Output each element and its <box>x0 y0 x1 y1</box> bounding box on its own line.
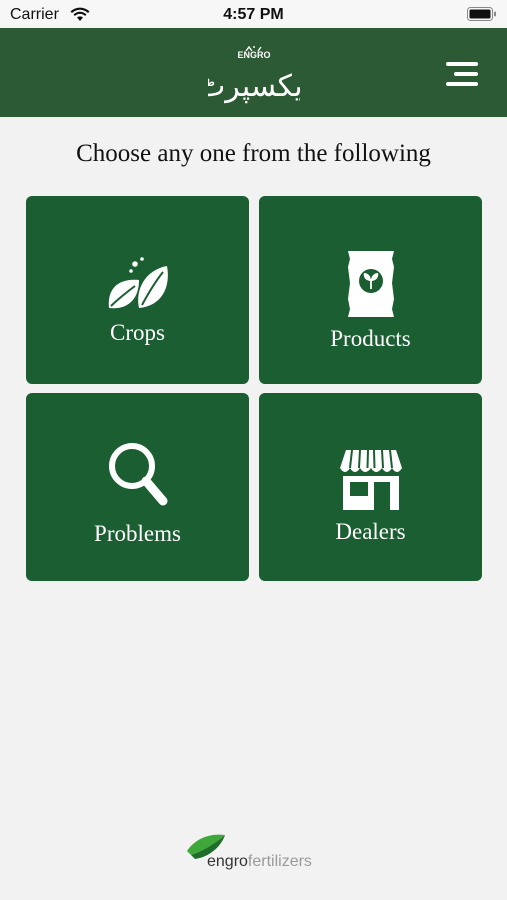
app-header: ENGRO ایکسپرٹ <box>0 28 507 117</box>
fertilizer-bag-icon <box>347 251 394 317</box>
logo-script-text: ایکسپرٹ <box>208 69 300 104</box>
magnifier-icon-wrap <box>26 439 249 507</box>
leaves-icon <box>108 257 168 309</box>
crops-tile[interactable]: Crops <box>26 196 249 384</box>
storefront-icon <box>339 449 402 510</box>
clock-time: 4:57 PM <box>223 6 284 23</box>
crops-label: Crops <box>110 320 165 345</box>
dealers-tile[interactable]: Dealers <box>259 393 482 581</box>
hamburger-menu-icon <box>446 62 478 86</box>
magnifier-icon <box>108 443 167 506</box>
problems-label: Problems <box>94 521 181 546</box>
status-bar: Carrier 4:57 PM <box>0 0 507 28</box>
leaves-icon-wrap <box>26 256 249 312</box>
page-heading: Choose any one from the following <box>76 140 431 167</box>
footer-brand-text: engrofertilizers <box>207 853 312 871</box>
dealers-label: Dealers <box>335 519 406 544</box>
menu-button[interactable] <box>440 60 484 88</box>
products-tile[interactable]: Products <box>259 196 482 384</box>
brand-fertilizers: fertilizers <box>247 853 312 870</box>
app-logo: ENGRO ایکسپرٹ <box>208 46 300 104</box>
products-label: Products <box>330 326 411 351</box>
footer-brand-logo: engrofertilizers <box>185 833 325 875</box>
brand-engro: engro <box>207 853 248 870</box>
logo-brand-text: ENGRO <box>237 50 270 60</box>
fertilizer-bag-icon-wrap <box>259 249 482 319</box>
problems-tile[interactable]: Problems <box>26 393 249 581</box>
storefront-icon-wrap <box>259 448 482 512</box>
battery-icon <box>467 7 496 21</box>
